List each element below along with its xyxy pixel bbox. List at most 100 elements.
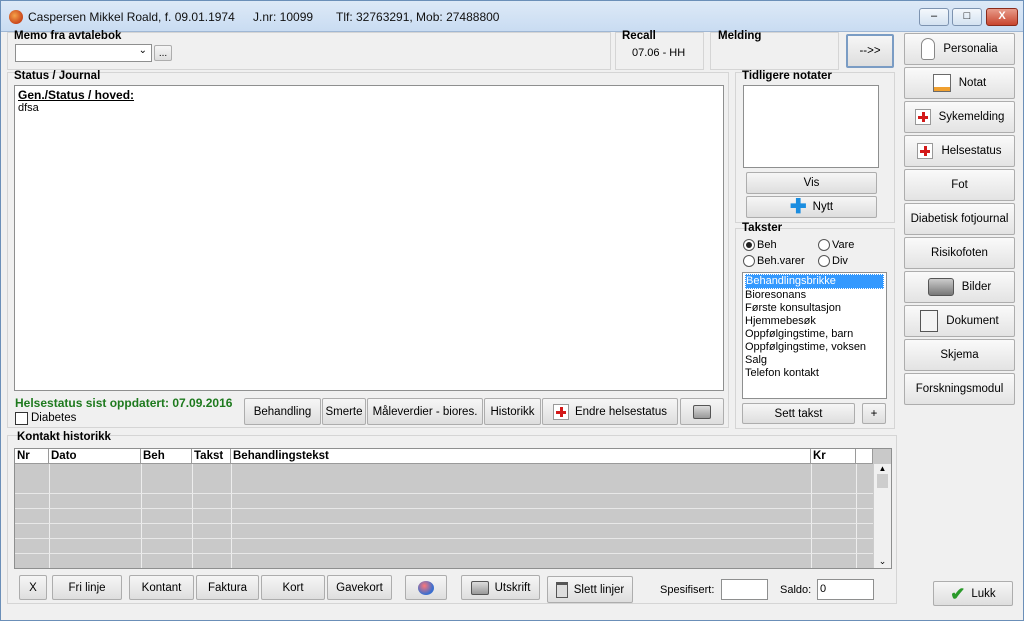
slett-linjer-button[interactable]: Slett linjer	[547, 576, 633, 603]
notes-list[interactable]	[743, 85, 879, 168]
radio-beh-dot	[743, 239, 755, 252]
printer-icon	[693, 404, 711, 419]
nytt-button[interactable]: ✚ Nytt	[746, 196, 877, 218]
kort-button[interactable]: Kort	[261, 575, 325, 600]
table-row[interactable]	[15, 554, 873, 568]
sidebar-sykemelding[interactable]: Sykemelding	[904, 101, 1015, 133]
add-takst-button[interactable]: +	[862, 403, 886, 424]
journal-label: Status / Journal	[14, 70, 101, 82]
notepad-icon	[932, 74, 951, 92]
col-beh[interactable]: Beh	[141, 449, 192, 464]
radio-beh-varer[interactable]: Beh.varer	[743, 255, 805, 268]
takster-item[interactable]: Hjemmebesøk	[745, 315, 884, 328]
sidebar-sykemelding-label: Sykemelding	[938, 111, 1005, 123]
table-row[interactable]	[15, 479, 873, 494]
table-row[interactable]	[15, 509, 873, 524]
chevron-down-icon: ⌄	[138, 45, 147, 56]
vis-button[interactable]: Vis	[746, 172, 877, 194]
takster-list[interactable]: Behandlingsbrikke Bioresonans Første kon…	[742, 272, 887, 399]
takster-item[interactable]: Oppfølgingstime, barn	[745, 328, 884, 341]
radio-vare[interactable]: Vare	[818, 239, 855, 252]
nytt-label: Nytt	[812, 201, 834, 213]
maximize-button[interactable]: □	[952, 8, 982, 26]
sidebar-risikofoten[interactable]: Risikofoten	[904, 237, 1015, 269]
sidebar-bilder[interactable]: Bilder	[904, 271, 1015, 303]
sett-takst-button[interactable]: Sett takst	[742, 403, 855, 424]
scroll-down-icon[interactable]: ⌄	[874, 556, 891, 567]
radio-beh-varer-label: Beh.varer	[757, 255, 805, 267]
melding-label: Melding	[718, 30, 762, 42]
history-scrollbar[interactable]: ▲ ⌄	[873, 464, 891, 568]
radio-div[interactable]: Div	[818, 255, 848, 268]
fri-linje-button[interactable]: Fri linje	[52, 575, 122, 600]
radio-beh[interactable]: Beh	[743, 239, 777, 252]
lukk-label: Lukk	[971, 587, 996, 600]
journal-textarea[interactable]: Gen./Status / hoved: dfsa	[14, 85, 724, 391]
scroll-up-icon[interactable]: ▲	[874, 464, 891, 473]
takster-item[interactable]: Oppfølgingstime, voksen	[745, 341, 884, 354]
radio-beh-label: Beh	[757, 239, 777, 251]
health-cross-icon	[552, 403, 569, 420]
lukk-button[interactable]: ✔ Lukk	[933, 581, 1013, 606]
sidebar-notat[interactable]: Notat	[904, 67, 1015, 99]
takster-item[interactable]: Salg	[745, 354, 884, 367]
history-table[interactable]: Nr Dato Beh Takst Behandlingstekst Kr ▲ …	[14, 448, 892, 569]
forward-arrow-button[interactable]: -->>	[846, 34, 894, 68]
main-window: Caspersen Mikkel Roald, f. 09.01.1974 J.…	[0, 0, 1024, 621]
scroll-thumb[interactable]	[877, 474, 888, 488]
table-row[interactable]	[15, 524, 873, 539]
col-takst[interactable]: Takst	[192, 449, 231, 464]
behandling-button[interactable]: Behandling	[244, 398, 321, 425]
diabetes-checkbox[interactable]	[15, 412, 28, 425]
notes-label: Tidligere notater	[742, 70, 832, 82]
spesifisert-field[interactable]	[721, 579, 768, 600]
radio-vare-label: Vare	[832, 239, 855, 251]
col-dato[interactable]: Dato	[49, 449, 141, 464]
memo-dropdown[interactable]: ⌄	[15, 44, 152, 62]
saldo-label: Saldo:	[780, 584, 812, 596]
person-icon	[921, 38, 936, 60]
table-row[interactable]	[15, 494, 873, 509]
coins-button[interactable]	[405, 575, 447, 600]
title-bar: Caspersen Mikkel Roald, f. 09.01.1974 J.…	[1, 1, 1023, 32]
sidebar-personalia[interactable]: Personalia	[904, 33, 1015, 65]
col-nr[interactable]: Nr	[15, 449, 49, 464]
memo-browse-button[interactable]: ...	[154, 45, 172, 61]
sidebar-diabetisk-fotjournal[interactable]: Diabetisk fotjournal	[904, 203, 1015, 235]
col-behandlingstekst[interactable]: Behandlingstekst	[231, 449, 811, 464]
x-button[interactable]: X	[19, 575, 47, 600]
takster-item[interactable]: Første konsultasjon	[745, 302, 884, 315]
col-kr[interactable]: Kr	[811, 449, 856, 464]
takster-item[interactable]: Bioresonans	[745, 289, 884, 302]
recall-value: 07.06 - HH	[632, 47, 686, 59]
takster-item[interactable]: Telefon kontakt	[745, 367, 884, 380]
printer-icon	[470, 580, 489, 595]
faktura-button[interactable]: Faktura	[196, 575, 259, 600]
print-journal-button[interactable]	[680, 398, 724, 425]
radio-div-label: Div	[832, 255, 848, 267]
endre-helsestatus-button[interactable]: Endre helsestatus	[542, 398, 678, 425]
spesifisert-label: Spesifisert:	[660, 584, 715, 596]
memo-label: Memo fra avtalebok	[14, 30, 122, 42]
table-row[interactable]	[15, 539, 873, 554]
utskrift-label: Utskrift	[494, 581, 531, 594]
sidebar-dokument[interactable]: Dokument	[904, 305, 1015, 337]
smerte-button[interactable]: Smerte	[322, 398, 366, 425]
takster-item[interactable]: Behandlingsbrikke	[745, 274, 884, 289]
utskrift-button[interactable]: Utskrift	[461, 575, 540, 600]
col-extra	[856, 449, 873, 464]
app-icon	[9, 10, 23, 24]
sidebar-personalia-label: Personalia	[943, 43, 998, 55]
historikk-button[interactable]: Historikk	[484, 398, 541, 425]
sidebar-skjema[interactable]: Skjema	[904, 339, 1015, 371]
close-button[interactable]: X	[986, 8, 1018, 26]
radio-div-dot	[818, 255, 830, 268]
sidebar-fot[interactable]: Fot	[904, 169, 1015, 201]
gavekort-button[interactable]: Gavekort	[327, 575, 392, 600]
minimize-button[interactable]: –	[919, 8, 949, 26]
maleverdier-button[interactable]: Måleverdier - biores.	[367, 398, 483, 425]
saldo-field[interactable]: 0	[817, 579, 874, 600]
kontant-button[interactable]: Kontant	[129, 575, 194, 600]
sidebar-forskningsmodul[interactable]: Forskningsmodul	[904, 373, 1015, 405]
sidebar-helsestatus[interactable]: Helsestatus	[904, 135, 1015, 167]
